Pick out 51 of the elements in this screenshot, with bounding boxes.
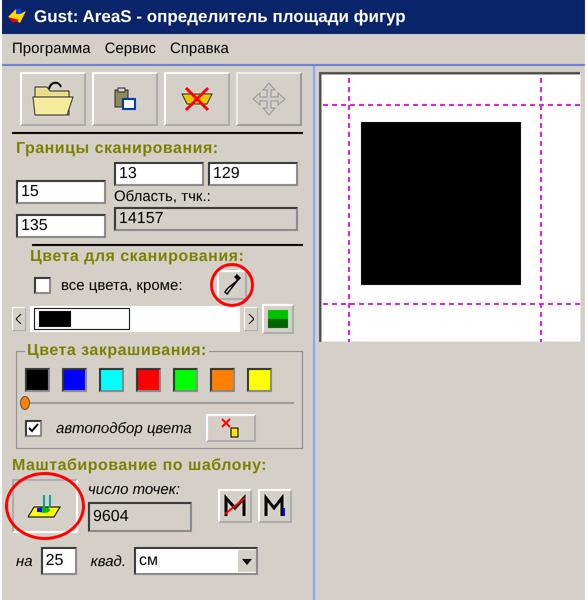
per-label: на <box>16 552 33 570</box>
delete-icon <box>180 86 214 112</box>
reset-color-button[interactable] <box>206 414 256 442</box>
top-field[interactable]: 13 <box>114 162 204 186</box>
left-field[interactable]: 15 <box>16 180 106 204</box>
menu-item[interactable]: Программа <box>12 40 91 60</box>
unit-label: квад. <box>90 552 126 570</box>
m-letter-icon <box>263 494 287 518</box>
color-swatch[interactable] <box>62 368 87 392</box>
area-field[interactable]: 14157 <box>114 207 298 231</box>
color-swatch[interactable] <box>136 368 161 392</box>
per-field[interactable]: 25 <box>40 547 77 575</box>
check-icon <box>28 423 39 433</box>
menu-item[interactable]: Справка <box>170 40 229 60</box>
section-title: Границы сканирования: <box>16 140 220 158</box>
area-label: Область, тчк.: <box>114 188 212 205</box>
color-swatch[interactable] <box>173 368 198 392</box>
crossed-m-icon <box>223 494 247 518</box>
menu-item[interactable]: Сервис <box>104 40 156 60</box>
right-field[interactable]: 129 <box>208 162 298 186</box>
color-swatch[interactable] <box>99 368 124 392</box>
points-field[interactable]: 9604 <box>88 502 192 532</box>
color-swatch[interactable] <box>25 368 50 392</box>
checkbox[interactable] <box>25 420 42 436</box>
template-icon <box>28 493 62 519</box>
unit-dropdown[interactable]: см <box>134 547 258 575</box>
eyedropper-icon <box>222 274 240 296</box>
window-title: Gust: AreaS - определитель площади фигур <box>34 7 406 27</box>
checkbox-label: все цвета, кроме: <box>61 276 182 294</box>
color-swatch[interactable] <box>210 368 235 392</box>
clear-template-button[interactable] <box>218 489 252 523</box>
color-chip-icon <box>268 310 288 328</box>
clipboard-icon <box>114 87 136 111</box>
set-template-button[interactable] <box>258 489 292 523</box>
current-color-button[interactable] <box>262 304 294 334</box>
scroll-left-button[interactable] <box>12 307 26 331</box>
template-button[interactable] <box>12 479 78 533</box>
slider-thumb[interactable] <box>20 396 30 410</box>
color-swatch[interactable] <box>247 368 272 392</box>
section-title: Цвета для сканирования: <box>30 248 246 266</box>
group-title: Цвета закрашивания: <box>26 342 208 360</box>
section-title: Маштабирование по шаблону: <box>12 457 268 475</box>
scroll-right-button[interactable] <box>244 307 258 331</box>
move-icon <box>251 81 287 117</box>
points-label: число точек: <box>88 480 181 498</box>
eyedropper-button[interactable] <box>216 270 246 300</box>
cross-bottle-icon <box>220 418 241 438</box>
checkbox[interactable] <box>34 276 51 294</box>
checkbox-label: автоподбор цвета <box>56 420 192 436</box>
color-strip[interactable] <box>30 306 240 332</box>
bottom-field[interactable]: 135 <box>16 214 106 238</box>
